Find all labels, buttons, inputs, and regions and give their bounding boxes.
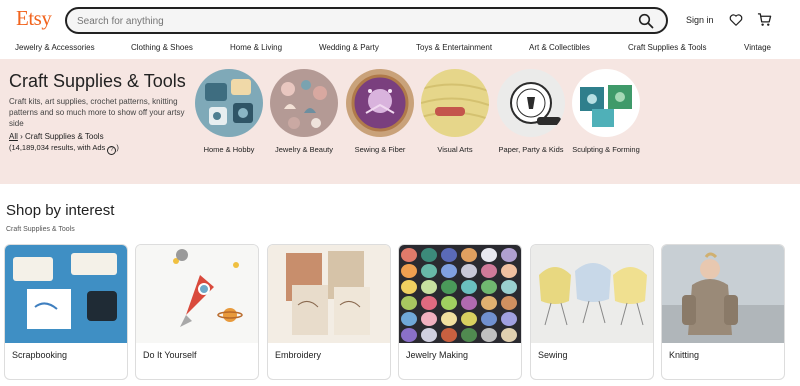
scrapbooking-image: [5, 245, 127, 343]
nav-item-clothing-shoes[interactable]: Clothing & Shoes: [131, 43, 193, 52]
section-subtitle: Craft Supplies & Tools: [6, 226, 75, 233]
cart-icon[interactable]: [757, 12, 772, 27]
interest-card-sewing[interactable]: Sewing: [530, 244, 654, 380]
results-count-text: (14,189,034 results, with Ads: [9, 143, 106, 152]
card-label: Scrapbooking: [12, 350, 68, 360]
breadcrumb-all-link[interactable]: All: [9, 132, 18, 141]
breadcrumb: All › Craft Supplies & Tools: [9, 132, 104, 141]
category-description: Craft kits, art supplies, crochet patter…: [9, 97, 185, 128]
nav-item-craft-supplies[interactable]: Craft Supplies & Tools: [628, 43, 707, 52]
interest-card-embroidery[interactable]: Embroidery: [267, 244, 391, 380]
interest-card-scrapbooking[interactable]: Scrapbooking: [4, 244, 128, 380]
card-label: Knitting: [669, 350, 700, 360]
knitting-image: [662, 245, 784, 343]
yarn-image: [421, 69, 489, 137]
heart-icon[interactable]: [729, 13, 743, 27]
search-icon[interactable]: [638, 13, 654, 29]
interest-card-knitting[interactable]: Knitting: [661, 244, 785, 380]
interest-card-do-it-yourself[interactable]: Do It Yourself: [135, 244, 259, 380]
stamp-seal-image: [497, 69, 565, 137]
sign-in-link[interactable]: Sign in: [686, 15, 714, 25]
interest-card-jewelry-making[interactable]: Jewelry Making: [398, 244, 522, 380]
card-label: Jewelry Making: [406, 350, 469, 360]
embroidery-hoop-image: [346, 69, 414, 137]
category-nav: Jewelry & Accessories Clothing & Shoes H…: [0, 40, 800, 58]
search-input[interactable]: [77, 12, 617, 30]
subcategory-label: Sculpting & Forming: [572, 145, 640, 154]
results-count: (14,189,034 results, with Ads ?): [9, 143, 119, 155]
stamps-image: [195, 69, 263, 137]
breadcrumb-current: Craft Supplies & Tools: [25, 132, 104, 141]
card-label: Sewing: [538, 350, 568, 360]
bonnets-image: [531, 245, 653, 343]
page-title: Craft Supplies & Tools: [9, 71, 186, 91]
nav-item-art-collectibles[interactable]: Art & Collectibles: [529, 43, 590, 52]
rocket-image: [136, 245, 258, 343]
card-label: Embroidery: [275, 350, 322, 360]
earrings-image: [270, 69, 338, 137]
embroidery-image: [268, 245, 390, 343]
nav-item-wedding-party[interactable]: Wedding & Party: [319, 43, 379, 52]
beads-image: [399, 245, 521, 343]
nav-item-vintage[interactable]: Vintage: [744, 43, 771, 52]
nav-item-toys-entertainment[interactable]: Toys & Entertainment: [416, 43, 492, 52]
etsy-logo[interactable]: Etsy: [16, 6, 52, 31]
nav-item-jewelry-accessories[interactable]: Jewelry & Accessories: [15, 43, 95, 52]
site-header: Etsy Sign in: [0, 0, 800, 40]
card-label: Do It Yourself: [143, 350, 197, 360]
category-hero: Craft Supplies & Tools Craft kits, art s…: [0, 59, 800, 184]
nav-item-home-living[interactable]: Home & Living: [230, 43, 282, 52]
section-title: Shop by interest: [6, 202, 115, 219]
search-bar[interactable]: [65, 7, 668, 34]
tiles-image: [572, 69, 640, 137]
